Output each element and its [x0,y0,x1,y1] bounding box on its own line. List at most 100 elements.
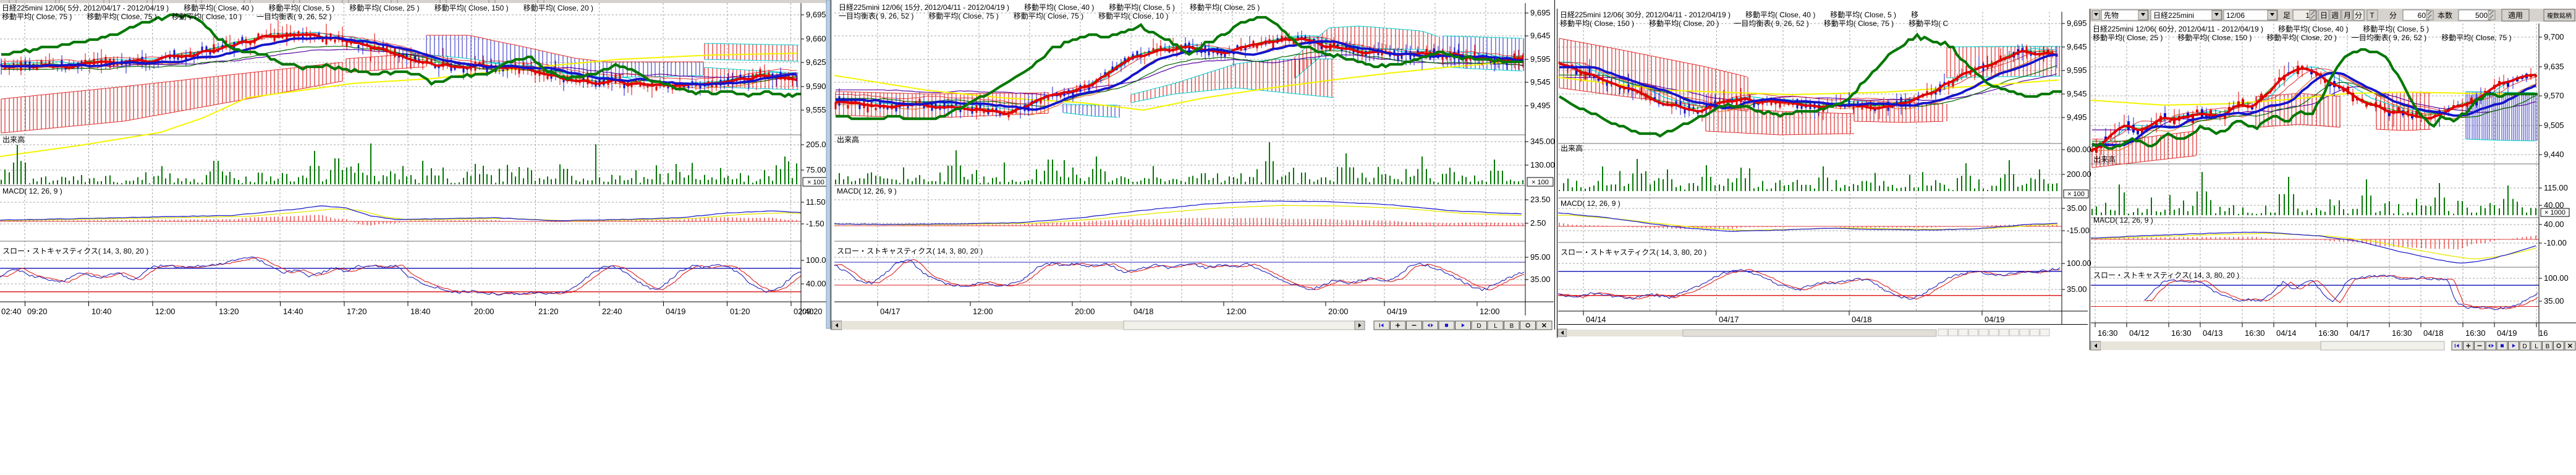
svg-text:04/17: 04/17 [2350,328,2370,338]
svg-text:適用: 適用 [2508,11,2523,20]
svg-text:L: L [2535,343,2538,350]
svg-text:600.00: 600.00 [2067,145,2091,154]
svg-text:9,545: 9,545 [1530,77,1551,87]
svg-text:MACD( 12, 26, 9 ): MACD( 12, 26, 9 ) [837,187,897,195]
svg-text:200.00: 200.00 [2067,169,2091,179]
svg-text:出来高: 出来高 [2,135,25,144]
svg-text:10:40: 10:40 [91,307,112,316]
svg-text:09:20: 09:20 [27,307,48,316]
svg-text:9,695: 9,695 [806,10,826,19]
svg-text:16:30: 16:30 [2318,328,2339,338]
svg-text:100.0: 100.0 [806,255,826,265]
svg-text:12:00: 12:00 [1226,307,1247,316]
svg-text:日経225mini 12/06( 60分, 2012/04/: 日経225mini 12/06( 60分, 2012/04/11 - 2012/… [2093,25,2429,33]
svg-text:9,590: 9,590 [806,82,826,91]
svg-text:35.00: 35.00 [2067,203,2087,213]
svg-text:22:40: 22:40 [602,307,622,316]
svg-text:20:00: 20:00 [1075,307,1095,316]
svg-text:-10.00: -10.00 [2544,238,2567,247]
svg-text:MACD( 12, 26, 9 ): MACD( 12, 26, 9 ) [2093,216,2153,225]
svg-text:100.00: 100.00 [2067,259,2091,268]
svg-text:9,545: 9,545 [2067,89,2087,98]
svg-text:スロー・ストキャスティクス( 14, 3, 80, 20 ): スロー・ストキャスティクス( 14, 3, 80, 20 ) [837,247,983,255]
svg-text:日: 日 [2320,11,2328,20]
svg-text:出来高: 出来高 [1561,143,1583,153]
svg-text:35.00: 35.00 [1530,275,1551,284]
svg-text:35.00: 35.00 [2544,296,2564,306]
svg-text:04/18: 04/18 [1133,307,1154,316]
svg-text:9,495: 9,495 [2067,113,2087,122]
svg-text:2.50: 2.50 [1530,218,1546,228]
svg-text:B: B [2546,343,2550,350]
svg-text:× 1000: × 1000 [2544,209,2565,216]
svg-text:1: 1 [2305,11,2310,20]
svg-text:60: 60 [2418,11,2426,20]
svg-text:40.00: 40.00 [806,279,826,288]
svg-text:04/19: 04/19 [1387,307,1407,316]
svg-text:130.00: 130.00 [1530,160,1555,169]
svg-text:11.50: 11.50 [806,197,826,207]
svg-text:09:20: 09:20 [802,307,823,316]
svg-text:9,440: 9,440 [2544,150,2564,159]
svg-text:一目均衡表( 9, 26, 52 ) 移動平均( Clos: 一目均衡表( 9, 26, 52 ) 移動平均( Close, 75 ) 移動平… [839,12,1168,20]
svg-text:週: 週 [2331,11,2339,20]
svg-text:先物: 先物 [2104,11,2119,20]
svg-text:9,660: 9,660 [806,34,826,43]
svg-text:04/14: 04/14 [2276,328,2297,338]
svg-text:移動平均( Close, 75 ) 移動平均( Close: 移動平均( Close, 75 ) 移動平均( Close, 75 ) 移動平均… [2,12,331,21]
svg-text:足: 足 [2283,11,2290,20]
svg-text:21:20: 21:20 [538,307,559,316]
svg-text:16:30: 16:30 [2245,328,2265,338]
svg-text:日経225mini 12/06( 30分, 2012/04/: 日経225mini 12/06( 30分, 2012/04/11 - 2012/… [1560,11,1918,19]
svg-text:9,635: 9,635 [2544,62,2564,71]
svg-text:115.00: 115.00 [2544,183,2568,192]
svg-text:04/12: 04/12 [2129,328,2150,338]
svg-text:9,695: 9,695 [1530,8,1551,17]
svg-text:17:20: 17:20 [347,307,367,316]
svg-text:スロー・ストキャスティクス( 14, 3, 80, 20 ): スロー・ストキャスティクス( 14, 3, 80, 20 ) [1561,248,1706,257]
svg-text:T: T [2370,11,2375,20]
svg-text:95.00: 95.00 [1530,252,1551,262]
svg-text:9,595: 9,595 [2067,66,2087,75]
svg-text:20:00: 20:00 [474,307,494,316]
svg-text:16:30: 16:30 [2392,328,2412,338]
svg-text:02:40: 02:40 [1,307,22,316]
svg-text:-1.50: -1.50 [806,219,824,228]
svg-text:MACD( 12, 26, 9 ): MACD( 12, 26, 9 ) [1561,199,1621,208]
svg-text:04/18: 04/18 [1852,315,1872,324]
svg-text:× 100: × 100 [807,179,824,186]
svg-text:01:20: 01:20 [730,307,750,316]
svg-text:分: 分 [2355,11,2362,20]
svg-text:出来高: 出来高 [837,135,859,144]
svg-text:04/17: 04/17 [880,307,900,316]
svg-text:04/19: 04/19 [1985,315,2005,324]
svg-text:本数: 本数 [2438,11,2452,20]
svg-text:スロー・ストキャスティクス( 14, 3, 80, 20 ): スロー・ストキャスティクス( 14, 3, 80, 20 ) [2093,271,2239,280]
svg-text:日経225mini: 日経225mini [2153,11,2194,20]
svg-text:9,695: 9,695 [2067,19,2087,28]
svg-text:345.00: 345.00 [1530,137,1555,146]
svg-text:月: 月 [2344,11,2351,20]
svg-text:40.00: 40.00 [2544,220,2564,229]
svg-text:100.00: 100.00 [2544,273,2569,283]
svg-text:12:00: 12:00 [973,307,993,316]
svg-text:9,625: 9,625 [806,58,826,67]
svg-text:12/06: 12/06 [2226,11,2245,20]
svg-text:移動平均( Close, 150 ) 移動平均( Clos: 移動平均( Close, 150 ) 移動平均( Close, 20 ) 一目均… [1560,19,1948,28]
svg-text:移動平均( Close, 25 ) 移動平均( Close: 移動平均( Close, 25 ) 移動平均( Close, 150 ) 移動平… [2093,33,2511,42]
svg-text:9,595: 9,595 [1530,54,1551,64]
svg-text:日経225mini 12/06( 15分, 2012/04/: 日経225mini 12/06( 15分, 2012/04/11 - 2012/… [839,3,1260,12]
svg-text:MACD( 12, 26, 9 ): MACD( 12, 26, 9 ) [2,187,62,195]
svg-text:× 100: × 100 [1532,179,1549,186]
svg-text:9,505: 9,505 [2544,121,2564,130]
svg-text:16:30: 16:30 [2171,328,2192,338]
svg-text:14:40: 14:40 [283,307,303,316]
svg-text:13:20: 13:20 [219,307,239,316]
svg-text:20:00: 20:00 [1328,307,1349,316]
svg-text:500: 500 [2475,11,2488,20]
svg-text:23.50: 23.50 [1530,195,1551,204]
svg-text:04/19: 04/19 [666,307,686,316]
svg-text:スロー・ストキャスティクス( 14, 3, 80, 20 ): スロー・ストキャスティクス( 14, 3, 80, 20 ) [2,247,148,255]
svg-text:205.0: 205.0 [806,140,826,149]
svg-text:04/18: 04/18 [2423,328,2444,338]
